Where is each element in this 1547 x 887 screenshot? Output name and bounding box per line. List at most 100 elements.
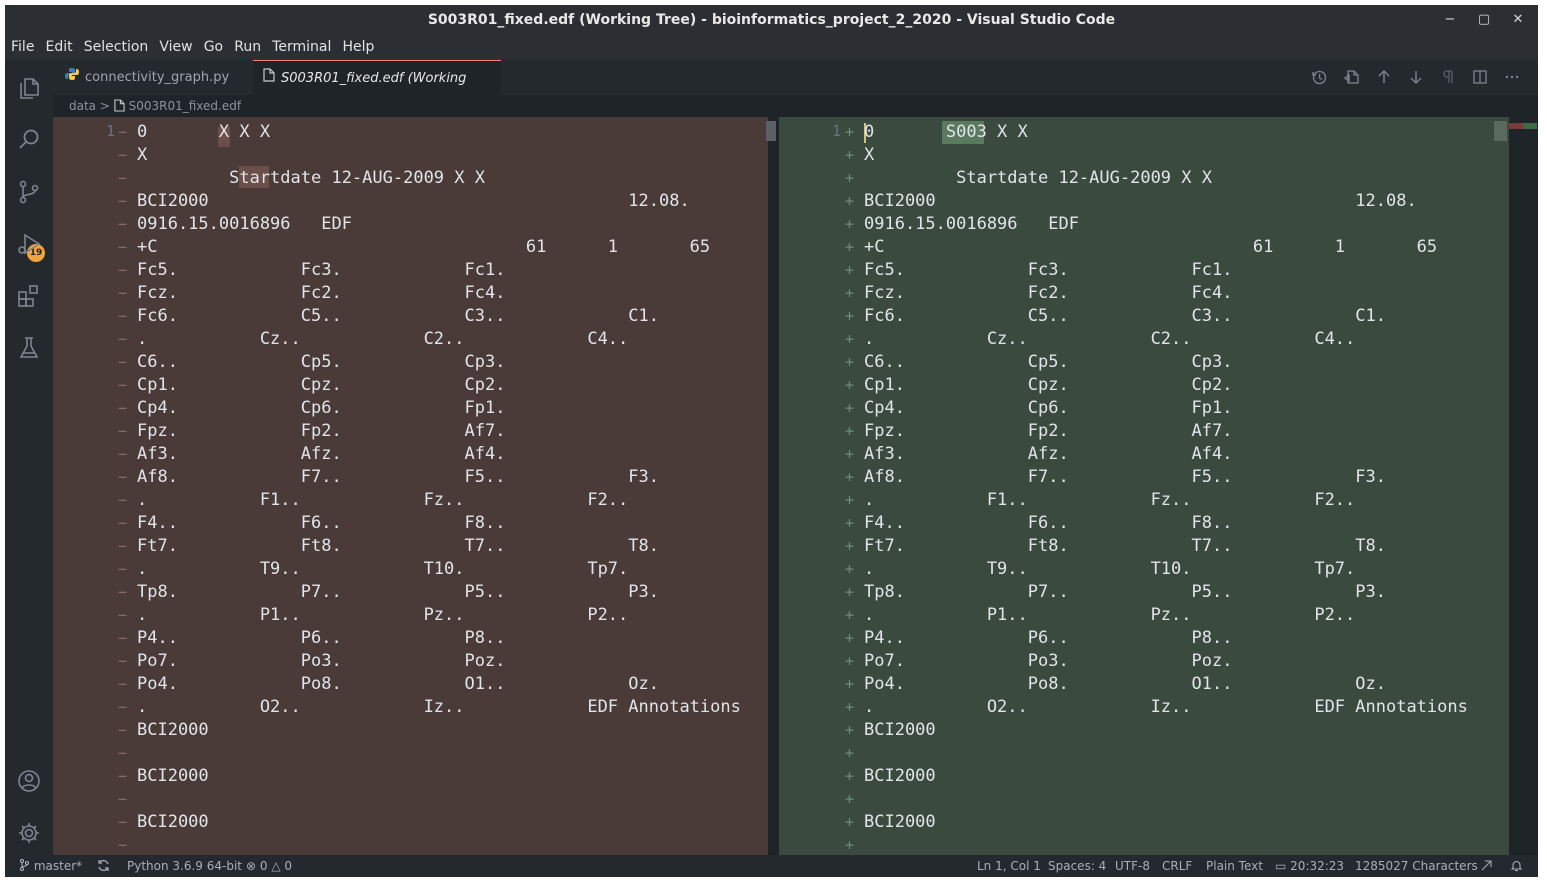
diff-marker: + <box>845 238 855 256</box>
diff-marker: − <box>118 721 128 739</box>
code-line: Po7. Po3. Poz. <box>864 651 1233 671</box>
diff-marker: + <box>845 330 855 348</box>
diff-marker: − <box>118 399 128 417</box>
diff-marker: − <box>118 238 128 256</box>
split-editor-icon[interactable] <box>1471 69 1489 87</box>
branch-indicator[interactable]: master* <box>19 855 82 877</box>
code-line: Startdate 12-AUG-2009 X X <box>864 168 1212 188</box>
menu-help[interactable]: Help <box>339 35 377 60</box>
code-line: P4.. P6.. P8.. <box>137 628 506 648</box>
breadcrumb-file[interactable]: S003R01_fixed.edf <box>129 99 241 113</box>
diff-marker: − <box>118 836 128 854</box>
diff-marker: − <box>118 376 128 394</box>
language-mode[interactable]: Plain Text <box>1206 855 1263 877</box>
problems-indicator[interactable]: ⊗ 0 △ 0 <box>246 855 292 877</box>
explorer-icon[interactable] <box>16 75 42 101</box>
history-icon[interactable] <box>1310 69 1328 87</box>
diff-marker: + <box>845 721 855 739</box>
diff-marker: − <box>118 192 128 210</box>
code-line: . Cz.. C2.. C4.. <box>137 329 629 349</box>
code-line: . T9.. T10. Tp7. <box>864 559 1356 579</box>
overview-ruler[interactable] <box>1509 117 1538 855</box>
encoding[interactable]: UTF-8 <box>1115 855 1150 877</box>
code-line: X <box>864 145 875 165</box>
diff-marker: + <box>845 583 855 601</box>
restore-button[interactable]: ▢ <box>1467 5 1501 35</box>
end-of-line[interactable]: CRLF <box>1162 855 1192 877</box>
code-line: BCI2000 <box>864 812 936 832</box>
file-icon <box>263 61 275 96</box>
code-line: Cp4. Cp6. Fp1. <box>137 398 506 418</box>
python-interpreter[interactable]: Python 3.6.9 64-bit <box>127 855 242 877</box>
menu-view[interactable]: View <box>156 35 195 60</box>
warning-count: 0 <box>284 859 293 873</box>
source-control-icon[interactable] <box>16 179 42 205</box>
menu-file[interactable]: File <box>8 35 37 60</box>
open-file-icon[interactable] <box>1343 69 1361 87</box>
code-line: Fc6. C5.. C3.. C1. <box>137 306 659 326</box>
code-line: Fpz. Fp2. Af7. <box>864 421 1233 441</box>
previous-change-icon[interactable] <box>1375 69 1393 87</box>
diff-marker: − <box>118 307 128 325</box>
diff-marker: − <box>118 514 128 532</box>
diff-original-pane[interactable]: 1 −0 X X X − X − Startdate 12-AUG-2009 X X −… <box>53 117 768 855</box>
settings-gear-icon[interactable] <box>16 820 42 846</box>
left-scrollbar[interactable] <box>766 121 776 141</box>
sync-icon[interactable] <box>97 855 110 877</box>
diff-marker: + <box>845 675 855 693</box>
account-icon[interactable] <box>16 768 42 794</box>
code-line: Af8. F7.. F5.. F3. <box>137 467 659 487</box>
tab-s003r01-fixed[interactable]: S003R01_fixed.edf (Working Tree)✕ <box>253 60 501 121</box>
code-line: . P1.. Pz.. P2.. <box>137 605 629 625</box>
code-line: . F1.. Fz.. F2.. <box>137 490 629 510</box>
diff-divider[interactable] <box>768 117 779 855</box>
feedback-icon[interactable] <box>1480 855 1493 877</box>
tab-connectivity-graph[interactable]: connectivity_graph.py <box>53 60 253 95</box>
minimize-button[interactable]: − <box>1433 5 1467 35</box>
run-debug-icon[interactable] <box>16 231 42 257</box>
code-line: Cp1. Cpz. Cp2. <box>864 375 1233 395</box>
diff-marker: + <box>845 652 855 670</box>
menu-selection[interactable]: Selection <box>81 35 152 60</box>
code-line: Fc6. C5.. C3.. C1. <box>864 306 1386 326</box>
code-line: Po7. Po3. Poz. <box>137 651 506 671</box>
diff-marker: − <box>118 123 128 141</box>
menu-edit[interactable]: Edit <box>43 35 76 60</box>
indentation[interactable]: Spaces: 4 <box>1048 855 1106 877</box>
diff-marker: + <box>845 445 855 463</box>
code-line: Tp8. P7.. P5.. P3. <box>137 582 659 602</box>
testing-icon[interactable] <box>16 335 42 361</box>
menu-go[interactable]: Go <box>201 35 226 60</box>
breadcrumb-folder[interactable]: data <box>69 99 96 113</box>
code-line: Startdate 12-AUG-2009 X X <box>137 168 485 188</box>
cursor-position[interactable]: Ln 1, Col 1 <box>977 855 1041 877</box>
title-bar: S003R01_fixed.edf (Working Tree) - bioin… <box>5 5 1538 35</box>
more-actions-icon[interactable] <box>1503 69 1521 87</box>
menu-terminal[interactable]: Terminal <box>269 35 334 60</box>
diff-marker: − <box>118 537 128 555</box>
toggle-whitespace-icon[interactable] <box>1439 69 1457 87</box>
diff-modified-pane[interactable]: 1 +0 S003 X X + X + Startdate 12-AUG-2009 X… <box>779 117 1509 855</box>
code-line: P4.. P6.. P8.. <box>864 628 1233 648</box>
menu-run[interactable]: Run <box>231 35 264 60</box>
close-window-button[interactable]: ✕ <box>1501 5 1535 35</box>
code-line: BCI2000 <box>864 766 936 786</box>
diff-marker: − <box>118 790 128 808</box>
diff-marker: − <box>118 675 128 693</box>
right-scrollbar[interactable] <box>1494 121 1507 141</box>
extensions-icon[interactable] <box>16 283 42 309</box>
diff-marker: − <box>118 284 128 302</box>
search-icon[interactable] <box>16 127 42 153</box>
code-line: +C 61 1 65 <box>137 237 711 257</box>
diff-marker: + <box>845 560 855 578</box>
code-line: . O2.. Iz.. EDF Annotations <box>864 697 1468 717</box>
code-line: . T9.. T10. Tp7. <box>137 559 629 579</box>
next-change-icon[interactable] <box>1407 69 1425 87</box>
line-number: 1 <box>105 122 115 140</box>
activity-bar: 19 <box>5 60 53 855</box>
window-title: S003R01_fixed.edf (Working Tree) - bioin… <box>427 12 1116 28</box>
code-line: Fc5. Fc3. Fc1. <box>137 260 506 280</box>
diff-marker: − <box>118 169 128 187</box>
diff-marker: − <box>118 353 128 371</box>
notifications-icon[interactable] <box>1510 855 1523 877</box>
